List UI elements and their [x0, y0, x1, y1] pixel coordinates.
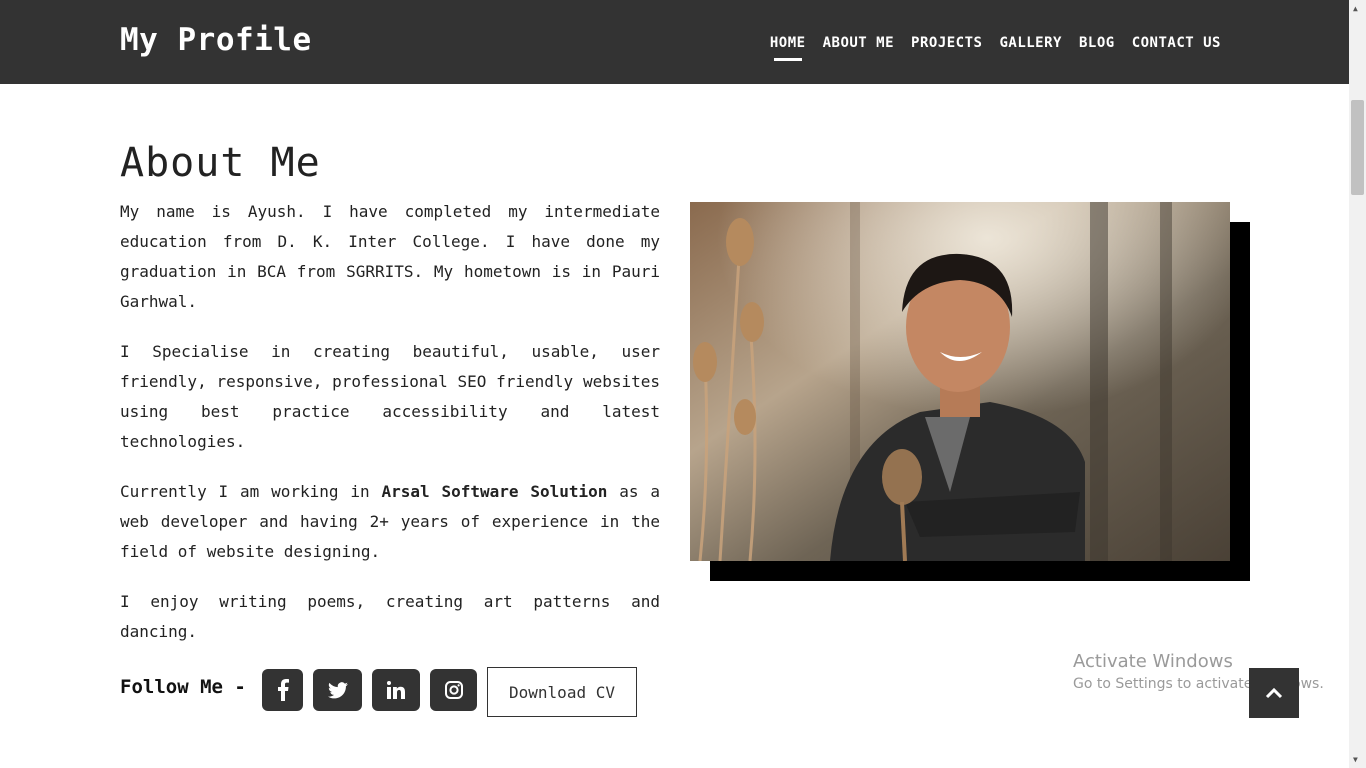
nav-contact-us[interactable]: CONTACT US: [1132, 35, 1221, 59]
company-name: Arsal Software Solution: [381, 482, 608, 501]
navbar: My Profile HOME ABOUT ME PROJECTS GALLER…: [0, 0, 1349, 84]
linkedin-icon: [387, 681, 405, 699]
facebook-button[interactable]: [262, 669, 303, 711]
about-text: My name is Ayush. I have completed my in…: [120, 197, 660, 667]
back-to-top-button[interactable]: [1249, 668, 1299, 718]
instagram-icon: [444, 681, 463, 699]
download-cv-button[interactable]: Download CV: [487, 667, 637, 717]
about-paragraph: My name is Ayush. I have completed my in…: [120, 202, 660, 311]
about-paragraph-text: Currently I am working in: [120, 482, 382, 501]
facebook-icon: [277, 679, 289, 701]
profile-photo: [690, 202, 1230, 561]
follow-me-label: Follow Me -: [120, 676, 246, 698]
nav-blog[interactable]: BLOG: [1079, 35, 1115, 59]
scroll-up-icon[interactable]: ▲: [1353, 4, 1358, 13]
nav-home[interactable]: HOME: [770, 35, 806, 59]
about-paragraph: I Specialise in creating beautiful, usab…: [120, 337, 660, 457]
brand-title[interactable]: My Profile: [120, 22, 312, 58]
nav-about-me[interactable]: ABOUT ME: [823, 35, 894, 59]
about-paragraph-text: I Specialise in creating beautiful, usab…: [120, 342, 660, 451]
scrollbar-thumb[interactable]: [1351, 100, 1364, 195]
about-paragraph: Currently I am working in Arsal Software…: [120, 477, 660, 567]
about-paragraph: I enjoy writing poems, creating art patt…: [120, 592, 660, 641]
nav-projects[interactable]: PROJECTS: [911, 35, 982, 59]
linkedin-button[interactable]: [372, 669, 420, 711]
about-heading: About Me: [120, 140, 321, 186]
twitter-button[interactable]: [313, 669, 362, 711]
chevron-up-icon: [1265, 687, 1283, 699]
nav-gallery[interactable]: GALLERY: [999, 35, 1062, 59]
scroll-down-icon[interactable]: ▼: [1353, 755, 1358, 764]
main-nav: HOME ABOUT ME PROJECTS GALLERY BLOG CONT…: [770, 35, 1221, 59]
twitter-icon: [327, 681, 348, 698]
page-scrollbar[interactable]: ▲ ▼: [1349, 0, 1366, 768]
instagram-button[interactable]: [430, 669, 477, 711]
